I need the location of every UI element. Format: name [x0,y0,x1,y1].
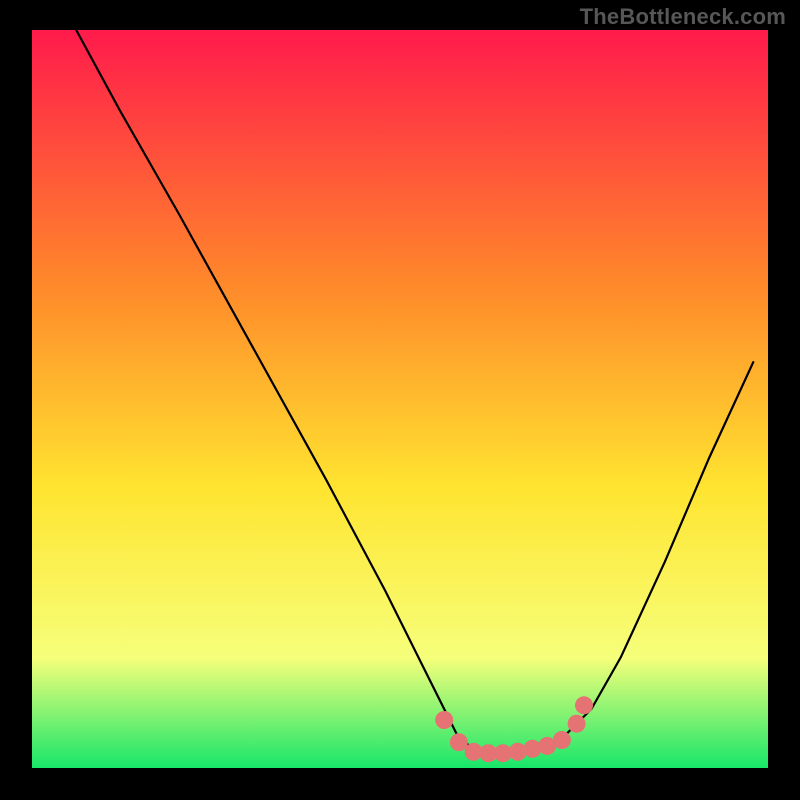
optimal-marker [435,711,453,729]
optimal-marker [575,696,593,714]
watermark-text: TheBottleneck.com [580,4,786,30]
plot-area [32,30,768,768]
optimal-marker [553,731,571,749]
chart-svg [32,30,768,768]
optimal-marker [568,715,586,733]
optimal-marker [450,733,468,751]
gradient-background [32,30,768,768]
chart-frame: TheBottleneck.com [0,0,800,800]
